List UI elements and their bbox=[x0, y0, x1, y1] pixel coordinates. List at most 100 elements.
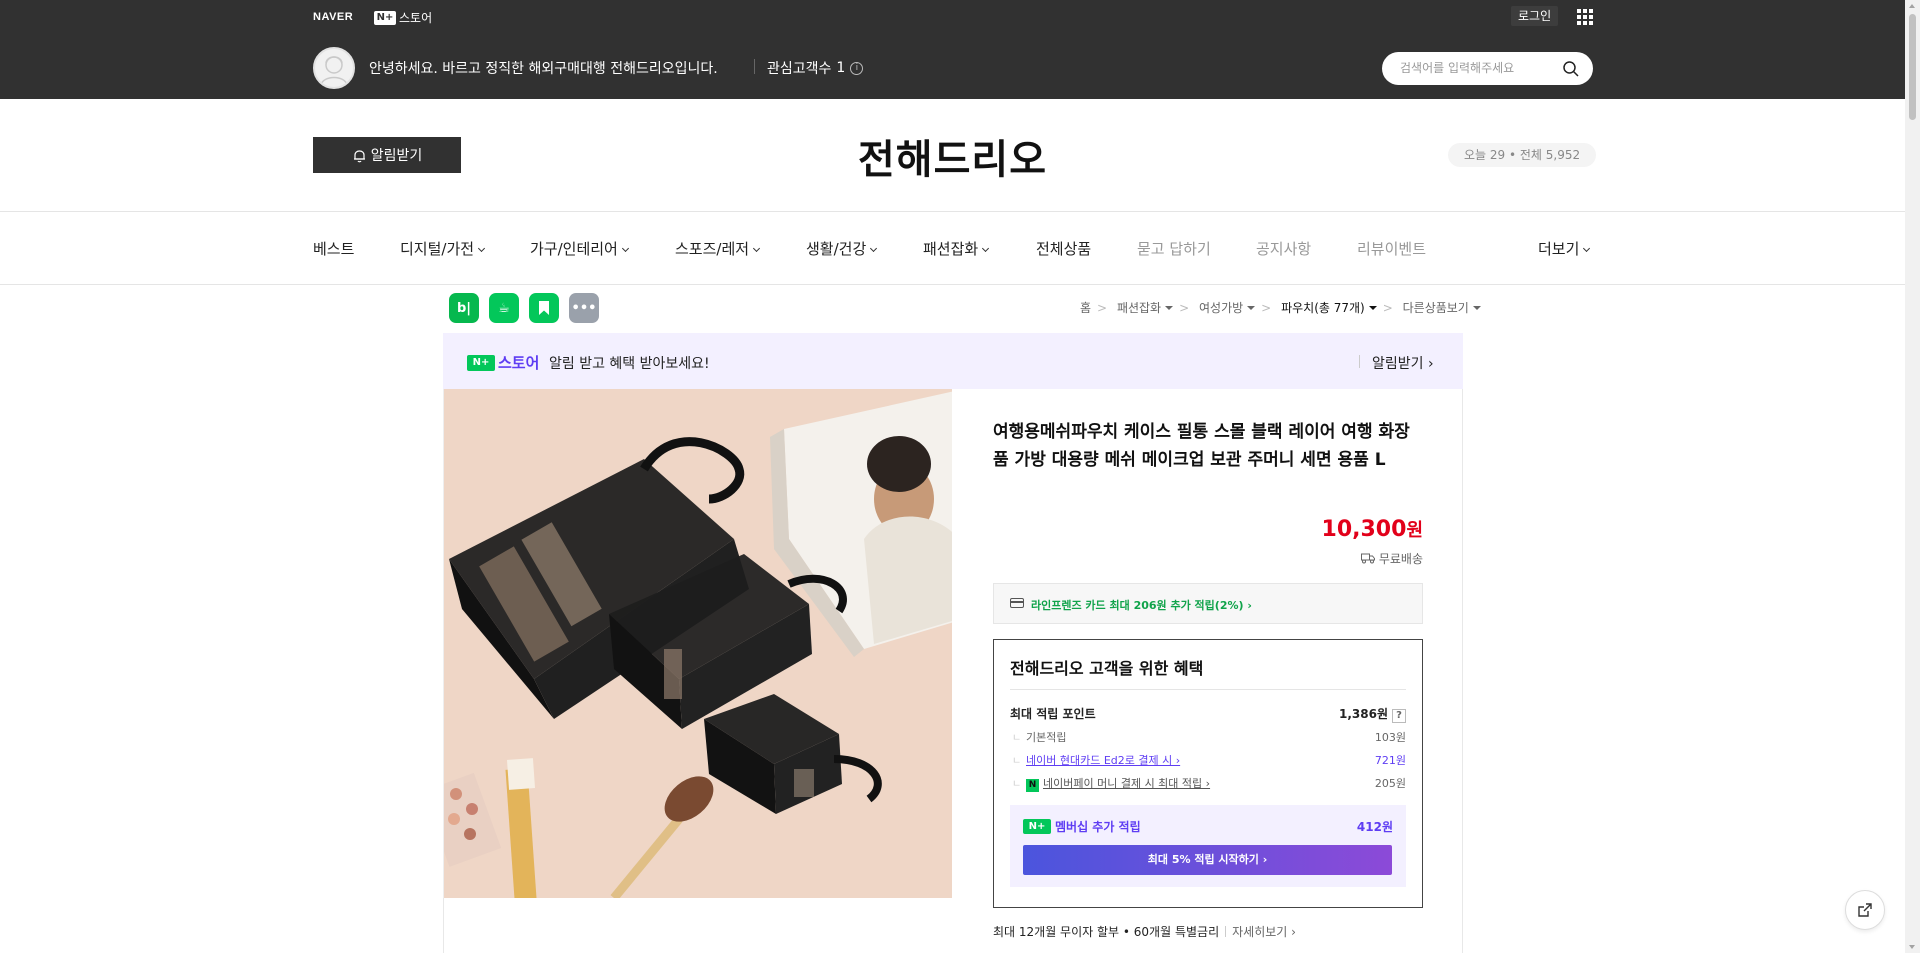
nav-item-label: 가구/인테리어 bbox=[530, 240, 618, 258]
price-value: 10,300 bbox=[1321, 517, 1407, 542]
installment-text: 최대 12개월 무이자 할부 • 60개월 특별금리 bbox=[993, 925, 1220, 939]
band-share-icon[interactable]: b| bbox=[449, 293, 479, 323]
interest-count: 1 bbox=[836, 60, 846, 76]
store-greeting: 안녕하세요. 바르고 정직한 해외구매대행 전해드리오입니다. bbox=[369, 61, 718, 77]
nplus-logo-icon: N+ bbox=[374, 10, 396, 25]
breadcrumb-level1[interactable]: 패션잡화 bbox=[1117, 301, 1174, 315]
interest-customers: 관심고객수 1 i bbox=[767, 58, 864, 78]
membership-label: N+ 멤버십 추가 적립 bbox=[1023, 818, 1141, 835]
breadcrumb-current[interactable]: 파우치(총 77개) bbox=[1281, 301, 1377, 315]
product-main-image[interactable] bbox=[443, 389, 952, 898]
chevron-down-icon bbox=[1583, 244, 1591, 253]
divider bbox=[443, 898, 444, 953]
start-points-button[interactable]: 최대 5% 적립 시작하기 › bbox=[1023, 845, 1392, 875]
nav-item-best[interactable]: 베스트 bbox=[313, 238, 354, 259]
chevron-down-icon bbox=[982, 244, 990, 253]
breadcrumb: 홈 > 패션잡화 > 여성가방 > 파우치(총 77개) > 다른상품보기 bbox=[1080, 299, 1481, 316]
nplus-logo-icon: N+ bbox=[1023, 819, 1051, 834]
card-promo-text[interactable]: 라인프렌즈 카드 최대 206원 추가 적립(2%) › bbox=[1031, 597, 1252, 613]
scroll-thumb[interactable] bbox=[1909, 14, 1916, 120]
cafe-share-icon[interactable]: ☕ bbox=[489, 293, 519, 323]
interest-label: 관심고객수 bbox=[767, 61, 832, 77]
avatar-face-icon bbox=[320, 56, 348, 86]
nav-item-living[interactable]: 생활/건강 bbox=[806, 238, 878, 259]
mesh-pouch-photo bbox=[444, 389, 952, 898]
nav-item-digital[interactable]: 디지털/가전 bbox=[400, 238, 486, 259]
nav-item-review-event[interactable]: 리뷰이벤트 bbox=[1357, 238, 1426, 259]
nav-item-label: 스포즈/레저 bbox=[675, 240, 750, 258]
credit-card-icon bbox=[1010, 598, 1024, 608]
banner-logo-text: 스토어 bbox=[498, 354, 540, 372]
divider bbox=[1359, 355, 1360, 368]
nav-divider-bottom bbox=[0, 284, 1905, 285]
search-box bbox=[1382, 52, 1593, 85]
nav-item-label: 베스트 bbox=[313, 240, 355, 258]
scroll-up-arrow-icon[interactable] bbox=[1909, 4, 1915, 8]
hyundai-card-row: 네이버 현대카드 Ed2로 결제 시 › 721원 bbox=[1010, 752, 1406, 768]
search-icon[interactable] bbox=[1562, 60, 1580, 78]
apps-grid-icon[interactable] bbox=[1577, 9, 1593, 25]
nav-item-label: 묻고 답하기 bbox=[1137, 240, 1211, 258]
chevron-down-icon bbox=[753, 244, 761, 253]
basic-points-label: 기본적립 bbox=[1026, 731, 1067, 744]
nav-divider-top bbox=[0, 211, 1905, 212]
max-points-row: 최대 적립 포인트 1,386원? bbox=[1010, 705, 1406, 723]
hyundai-card-link[interactable]: 네이버 현대카드 Ed2로 결제 시 › bbox=[1026, 754, 1180, 767]
nav-item-label: 패션잡화 bbox=[923, 240, 979, 258]
login-button[interactable]: 로그인 bbox=[1511, 6, 1559, 26]
nav-item-label: 디지털/가전 bbox=[400, 240, 475, 258]
basic-points-value: 103원 bbox=[1374, 731, 1406, 744]
bookmark-share-icon[interactable] bbox=[529, 293, 559, 323]
banner-alarm-link[interactable]: 알림받기 › bbox=[1372, 353, 1434, 373]
nav-item-sports[interactable]: 스포즈/레저 bbox=[675, 238, 761, 259]
banner-text: 알림 받고 혜택 받아보세요! bbox=[549, 356, 710, 372]
more-share-icon[interactable]: ••• bbox=[569, 293, 599, 323]
breadcrumb-other-products[interactable]: 다른상품보기 bbox=[1403, 301, 1481, 315]
nplus-logo-icon: N+ bbox=[467, 354, 495, 371]
shipping-info: 무료배송 bbox=[1330, 550, 1423, 567]
chevron-down-icon bbox=[621, 244, 629, 253]
page-scrollbar[interactable] bbox=[1905, 0, 1920, 953]
nav-item-label: 공지사항 bbox=[1256, 240, 1312, 258]
store-logo-text: 스토어 bbox=[399, 11, 433, 25]
banner-store-logo: N+ 스토어 bbox=[467, 352, 539, 373]
installment-more-link[interactable]: 자세히보기 › bbox=[1232, 925, 1296, 939]
chevron-down-icon bbox=[478, 244, 486, 253]
nav-item-label: 리뷰이벤트 bbox=[1357, 240, 1427, 258]
store-title[interactable]: 전해드리오 bbox=[0, 127, 1905, 185]
divider bbox=[754, 59, 755, 74]
max-points-value: 1,386원? bbox=[1339, 705, 1406, 723]
scroll-down-arrow-icon[interactable] bbox=[1909, 945, 1915, 949]
nav-item-label: 생활/건강 bbox=[806, 240, 867, 258]
breadcrumb-level2[interactable]: 여성가방 bbox=[1199, 301, 1256, 315]
nav-item-notice[interactable]: 공지사항 bbox=[1256, 238, 1311, 259]
naver-logo[interactable]: NAVER bbox=[313, 11, 353, 23]
npay-money-value: 205원 bbox=[1374, 777, 1406, 790]
benefit-title: 전해드리오 고객을 위한 혜택 bbox=[1010, 659, 1204, 678]
nav-item-label: 전체상품 bbox=[1036, 240, 1092, 258]
nav-item-furniture[interactable]: 가구/인테리어 bbox=[530, 238, 629, 259]
divider bbox=[1010, 689, 1406, 690]
help-icon[interactable]: ? bbox=[1392, 709, 1406, 723]
nav-item-fashion[interactable]: 패션잡화 bbox=[923, 238, 990, 259]
hyundai-card-value: 721원 bbox=[1374, 754, 1406, 767]
nav-item-qna[interactable]: 묻고 답하기 bbox=[1137, 238, 1211, 259]
npay-money-link[interactable]: 네이버페이 머니 결제 시 최대 적립 › bbox=[1043, 777, 1210, 790]
card-promo-box[interactable]: 라인프렌즈 카드 최대 206원 추가 적립(2%) › bbox=[993, 583, 1423, 624]
membership-label-text: 멤버십 추가 적립 bbox=[1055, 820, 1141, 834]
nav-item-all-products[interactable]: 전체상품 bbox=[1036, 238, 1091, 259]
store-avatar[interactable] bbox=[313, 47, 355, 89]
nav-item-label: 더보기 bbox=[1538, 240, 1580, 258]
product-price: 10,300원 bbox=[1310, 516, 1423, 542]
chevron-down-icon bbox=[870, 244, 878, 253]
breadcrumb-home[interactable]: 홈 bbox=[1080, 301, 1091, 315]
info-icon[interactable]: i bbox=[850, 61, 864, 75]
npay-icon: N bbox=[1026, 779, 1039, 792]
search-input[interactable] bbox=[1400, 58, 1560, 78]
naver-store-logo[interactable]: N+ 스토어 bbox=[374, 9, 432, 26]
notification-banner: N+ 스토어 알림 받고 혜택 받아보세요! 알림받기 › bbox=[443, 333, 1463, 389]
benefit-box: 전해드리오 고객을 위한 혜택 최대 적립 포인트 1,386원? 기본적립 1… bbox=[993, 639, 1423, 908]
share-floating-button[interactable] bbox=[1845, 890, 1885, 930]
price-currency: 원 bbox=[1406, 520, 1423, 541]
nav-item-more[interactable]: 더보기 bbox=[1538, 238, 1591, 259]
